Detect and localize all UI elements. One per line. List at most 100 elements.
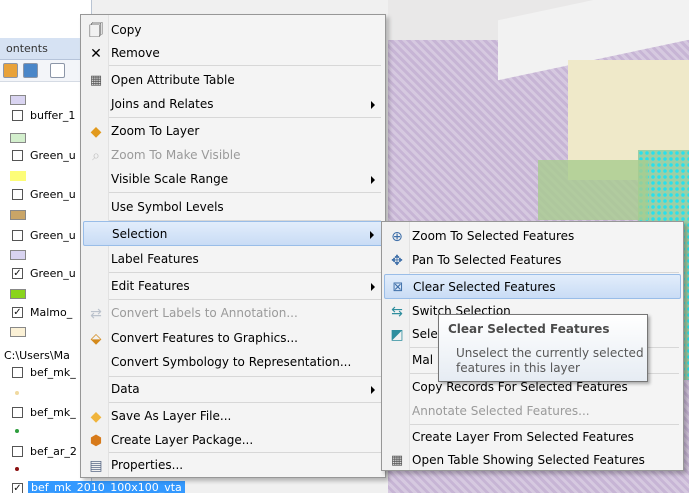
select-all-icon: ◩	[390, 327, 404, 343]
menu-item-label: Zoom To Make Visible	[111, 148, 241, 162]
menu-separator	[109, 65, 381, 66]
table-icon: ▦	[390, 453, 404, 468]
map-green-area	[538, 160, 648, 220]
layer-checkbox[interactable]	[12, 110, 23, 121]
layer-row[interactable]: Green_u	[0, 228, 91, 244]
menu-item-selection[interactable]: Selection	[83, 221, 383, 246]
switch-selection-icon: ⇆	[391, 304, 403, 320]
layer-label: bef_mk_	[30, 406, 76, 419]
menu-item-convert-symbology[interactable]: Convert Symbology to Representation...	[83, 350, 383, 375]
layer-row[interactable]: bef_ar_2	[0, 444, 91, 460]
submenu-arrow-icon	[370, 231, 374, 239]
menu-item-open-table-selected[interactable]: ▦ Open Table Showing Selected Features	[384, 448, 681, 473]
menu-item-label: Zoom To Selected Features	[412, 229, 575, 243]
menu-item-label: Open Table Showing Selected Features	[412, 453, 645, 467]
menu-item-label: Create Layer Package...	[111, 433, 254, 447]
layer-row[interactable]: Green_u	[0, 148, 91, 164]
table-icon: ▦	[89, 73, 103, 88]
menu-item-zoom-to-selected[interactable]: ⊕ Zoom To Selected Features	[384, 224, 681, 249]
menu-item-label: Selection	[112, 227, 168, 241]
table-of-contents: ontents buffer_1 Green_u Green_u Green_u…	[0, 0, 92, 493]
layer-checkbox[interactable]	[12, 230, 23, 241]
layer-row[interactable]: bef_mk_	[0, 405, 91, 421]
menu-item-clear-selected[interactable]: ⊠ Clear Selected Features	[384, 274, 681, 299]
menu-item-label: Label Features	[111, 252, 199, 266]
submenu-arrow-icon	[371, 386, 375, 394]
menu-item-label: Save As Layer File...	[111, 409, 232, 423]
menu-separator	[410, 272, 679, 273]
layer-checkbox[interactable]	[12, 367, 23, 378]
menu-item-zoom-to-make-visible[interactable]: ⌕ Zoom To Make Visible	[83, 143, 383, 168]
selected-layer-label: bef_mk_2010_100x100_vta	[28, 481, 185, 493]
menu-item-remove[interactable]: ✕ Remove	[83, 41, 383, 66]
brown-swatch	[10, 210, 26, 220]
menu-item-edit-features[interactable]: Edit Features	[83, 274, 383, 299]
green-swatch	[10, 133, 26, 143]
convert-labels-icon: ⇄	[90, 306, 102, 322]
layer-checkbox[interactable]: ✓	[12, 268, 23, 279]
layer-row[interactable]: Green_u	[0, 187, 91, 203]
submenu-arrow-icon	[371, 283, 375, 291]
submenu-arrow-icon	[371, 101, 375, 109]
menu-item-label: Sele	[412, 327, 438, 341]
layer-checkbox[interactable]: ✓	[12, 483, 23, 493]
options-icon[interactable]	[50, 63, 65, 78]
menu-item-data[interactable]: Data	[83, 377, 383, 402]
toc-toolbar	[0, 60, 91, 82]
layer-label: buffer_1	[30, 109, 76, 122]
layer-row[interactable]: ✓ Green_u	[0, 266, 91, 282]
point-symbol	[15, 391, 19, 395]
tooltip-body: Unselect the currently selected features…	[456, 346, 644, 375]
layer-row[interactable]: bef_mk_	[0, 365, 91, 381]
menu-item-label: Annotate Selected Features...	[412, 404, 590, 418]
menu-item-label: Data	[111, 382, 140, 396]
menu-item-use-symbol-levels[interactable]: Use Symbol Levels	[83, 195, 383, 220]
menu-item-label: Joins and Relates	[111, 97, 214, 111]
selected-layer-row[interactable]: ✓ bef_mk_2010_100x100_vta	[0, 480, 300, 493]
menu-item-convert-labels[interactable]: ⇄ Convert Labels to Annotation...	[83, 301, 383, 326]
menu-item-label: Copy	[111, 23, 142, 37]
menu-item-label: Open Attribute Table	[111, 73, 235, 87]
layer-checkbox[interactable]	[12, 189, 23, 200]
lime-swatch	[10, 289, 26, 299]
layer-row[interactable]: ✓ Malmo_	[0, 305, 91, 321]
menu-item-convert-features-to-graphics[interactable]: ⬙ Convert Features to Graphics...	[83, 326, 383, 351]
layer-row[interactable]: buffer_1	[0, 108, 91, 124]
menu-item-copy[interactable]: 🗍 Copy	[83, 18, 383, 43]
menu-item-save-as-layer-file[interactable]: ◆ Save As Layer File...	[83, 404, 383, 429]
menu-item-zoom-to-layer[interactable]: ◆ Zoom To Layer	[83, 119, 383, 144]
menu-item-visible-scale-range[interactable]: Visible Scale Range	[83, 167, 383, 192]
yellow-swatch	[10, 171, 26, 181]
menu-item-create-layer-from-selected[interactable]: Create Layer From Selected Features	[384, 425, 681, 450]
menu-separator	[109, 272, 381, 273]
workspace-path: C:\Users\Ma	[4, 349, 70, 362]
layer-label: Malmo_	[30, 306, 73, 319]
convert-graphics-icon: ⬙	[90, 331, 102, 347]
menu-item-label: Visible Scale Range	[111, 172, 229, 186]
menu-item-label-features[interactable]: Label Features	[83, 247, 383, 272]
layer-label: Green_u	[30, 229, 76, 242]
menu-item-pan-to-selected[interactable]: ✥ Pan To Selected Features	[384, 248, 681, 273]
menu-item-joins-and-relates[interactable]: Joins and Relates	[83, 92, 383, 117]
menu-item-properties[interactable]: ▤ Properties...	[83, 453, 383, 478]
copy-icon: 🗍	[89, 23, 103, 39]
layer-checkbox[interactable]	[12, 446, 23, 457]
list-by-drawing-order-icon[interactable]	[3, 63, 18, 78]
menu-item-annotate-selected[interactable]: Annotate Selected Features...	[384, 399, 681, 424]
menu-item-label: Zoom To Layer	[111, 124, 200, 138]
menu-item-create-layer-package[interactable]: ⬢ Create Layer Package...	[83, 428, 383, 453]
layer-package-icon: ⬢	[89, 433, 103, 449]
layer-label: bef_ar_2	[30, 445, 77, 458]
menu-item-open-attribute-table[interactable]: ▦ Open Attribute Table	[83, 68, 383, 93]
layer-label: Green_u	[30, 267, 76, 280]
menu-item-label: Mal	[412, 353, 434, 367]
layer-checkbox[interactable]	[12, 150, 23, 161]
point-symbol	[15, 467, 19, 471]
layer-checkbox[interactable]	[12, 407, 23, 418]
remove-icon: ✕	[90, 46, 102, 62]
tooltip-title: Clear Selected Features	[448, 322, 610, 336]
menu-item-label: Use Symbol Levels	[111, 200, 224, 214]
list-by-source-icon[interactable]	[23, 63, 38, 78]
layer-checkbox[interactable]: ✓	[12, 307, 23, 318]
lavender-swatch	[10, 250, 26, 260]
